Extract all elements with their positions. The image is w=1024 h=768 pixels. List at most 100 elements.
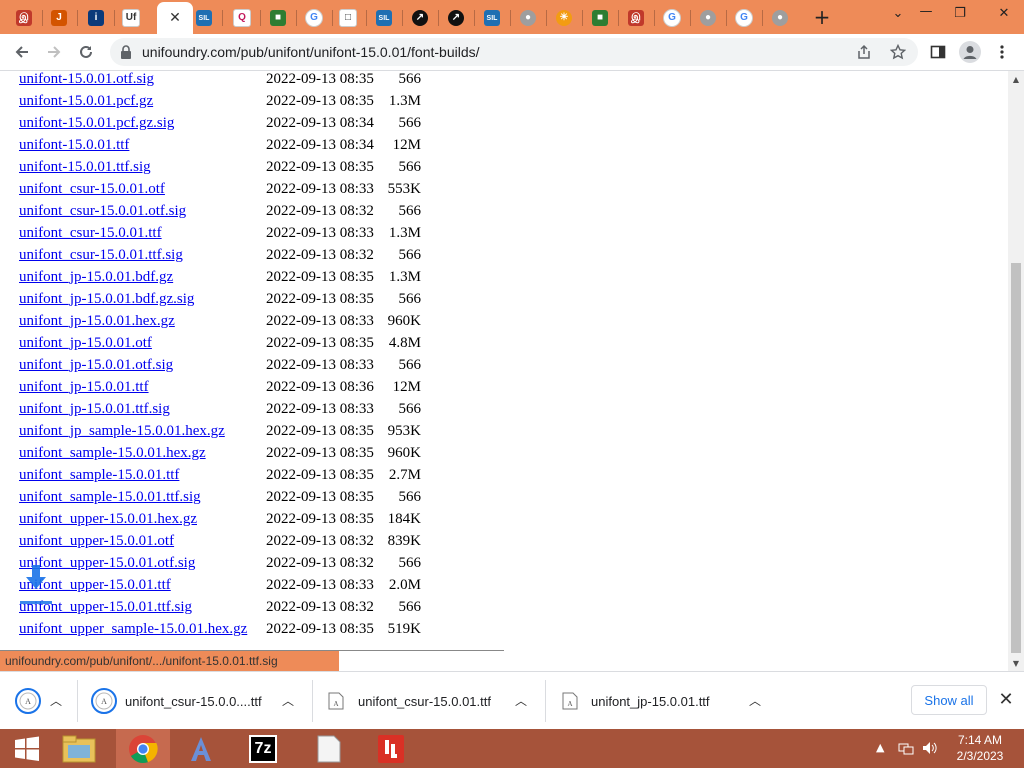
windows-start-icon	[15, 736, 39, 761]
browser-tab[interactable]: இ	[8, 4, 40, 32]
file-row: unifont-15.0.01.pcf.gz 2022-09-13 08:35 1.…	[0, 90, 520, 112]
minimize-window-icon[interactable]: —	[906, 0, 946, 24]
browser-tab[interactable]: ■	[584, 4, 616, 32]
file-link[interactable]: unifont_jp-15.0.01.ttf.sig	[19, 398, 170, 420]
file-size: 566	[398, 555, 422, 571]
file-link[interactable]: unifont_csur-15.0.01.ttf	[19, 222, 162, 244]
file-link[interactable]: unifont_jp-15.0.01.bdf.gz	[19, 266, 173, 288]
taskbar-chrome[interactable]	[116, 729, 170, 768]
file-size: 566	[398, 291, 422, 307]
share-button[interactable]	[852, 40, 876, 64]
browser-tab[interactable]: ●	[764, 4, 796, 32]
download-item[interactable]: A unifont_csur-15.0.0....ttf	[90, 672, 262, 730]
file-link[interactable]: unifont-15.0.01.ttf	[19, 134, 129, 156]
browser-tab[interactable]: ■	[262, 4, 294, 32]
file-link[interactable]: unifont_sample-15.0.01.hex.gz	[19, 442, 206, 464]
browser-tab[interactable]: G	[728, 4, 760, 32]
download-item[interactable]: A	[14, 672, 42, 730]
chevron-up-icon[interactable]: ︿	[749, 692, 761, 709]
menu-button[interactable]	[990, 40, 1014, 64]
red-app-icon	[378, 734, 404, 763]
browser-tab[interactable]: Q	[226, 4, 258, 32]
bookmark-button[interactable]	[886, 40, 910, 64]
file-link[interactable]: unifont-15.0.01.pcf.gz.sig	[19, 112, 174, 134]
browser-tab[interactable]: ●	[692, 4, 724, 32]
taskbar-7zip[interactable]: 7z	[236, 729, 290, 768]
file-link[interactable]: unifont_csur-15.0.01.ttf.sig	[19, 244, 183, 266]
scroll-down-arrow-icon[interactable]: ▼	[1008, 657, 1024, 669]
close-window-icon[interactable]: ✕	[984, 0, 1024, 26]
file-link[interactable]: unifont_sample-15.0.01.ttf.sig	[19, 486, 201, 508]
taskbar-notepad[interactable]	[302, 729, 356, 768]
file-link[interactable]: unifont_sample-15.0.01.ttf	[19, 464, 179, 486]
taskbar-explorer[interactable]	[52, 729, 106, 768]
taskbar-red-app[interactable]	[364, 729, 418, 768]
browser-tab[interactable]: G	[656, 4, 688, 32]
browser-tab[interactable]: SIL	[188, 4, 220, 32]
browser-tab[interactable]: ↗	[404, 4, 436, 32]
back-arrow-icon	[15, 46, 28, 58]
browser-tab[interactable]: SIL	[368, 4, 400, 32]
download-item[interactable]: A unifont_csur-15.0.01.ttf	[328, 672, 491, 730]
file-link[interactable]: unifont_upper_sample-15.0.01.hex.gz	[19, 618, 247, 640]
browser-tab[interactable]: i	[80, 4, 112, 32]
file-row: unifont_sample-15.0.01.ttf 2022-09-13 08:…	[0, 464, 520, 486]
file-link[interactable]: unifont_jp-15.0.01.otf.sig	[19, 354, 173, 376]
chevron-up-icon[interactable]: ︿	[515, 692, 527, 709]
profile-button[interactable]	[958, 40, 982, 64]
scroll-thumb[interactable]	[1011, 263, 1021, 653]
lock-icon[interactable]	[120, 45, 132, 59]
file-link[interactable]: unifont_csur-15.0.01.otf.sig	[19, 200, 186, 222]
file-link[interactable]: unifont_jp_sample-15.0.01.hex.gz	[19, 420, 225, 442]
restore-window-icon[interactable]: ❐	[940, 0, 980, 26]
forward-button[interactable]	[42, 40, 66, 64]
chevron-up-icon[interactable]: ︿	[50, 692, 62, 709]
file-link[interactable]: unifont_jp-15.0.01.bdf.gz.sig	[19, 288, 194, 310]
q-logo-icon: Q	[233, 9, 251, 27]
browser-tab[interactable]: J	[43, 4, 75, 32]
new-tab-button[interactable]: +	[810, 5, 834, 29]
file-link[interactable]: unifont_jp-15.0.01.otf	[19, 332, 152, 354]
url-text[interactable]: unifoundry.com/pub/unifont/unifont-15.0.…	[142, 44, 480, 60]
browser-tab[interactable]: Uf	[115, 4, 147, 32]
browser-tab[interactable]: ☀	[548, 4, 580, 32]
start-button[interactable]	[0, 729, 54, 768]
side-panel-button[interactable]	[926, 40, 950, 64]
chevron-up-icon[interactable]: ︿	[282, 692, 294, 709]
tab-separator	[260, 10, 261, 26]
file-link[interactable]: unifont-15.0.01.otf.sig	[19, 71, 154, 90]
file-size: 12M	[392, 379, 421, 395]
browser-tab[interactable]: SIL	[476, 4, 508, 32]
file-date: 2022-09-13 08:35	[266, 93, 374, 109]
browser-tab[interactable]: □	[332, 4, 364, 32]
file-size: 960K	[387, 313, 421, 329]
file-link[interactable]: unifont_upper-15.0.01.hex.gz	[19, 508, 197, 530]
file-link[interactable]: unifont_jp-15.0.01.ttf	[19, 376, 149, 398]
tab-separator	[510, 10, 511, 26]
system-clock[interactable]: 7:14 AM 2/3/2023	[947, 732, 1013, 764]
file-link[interactable]: unifont_jp-15.0.01.hex.gz	[19, 310, 175, 332]
show-all-button[interactable]: Show all	[911, 685, 987, 715]
close-shelf-icon[interactable]: ✕	[996, 689, 1016, 710]
scroll-up-arrow-icon[interactable]: ▲	[1008, 73, 1024, 85]
vertical-scrollbar[interactable]: ▲ ▼	[1008, 71, 1024, 671]
reload-button[interactable]	[74, 40, 98, 64]
back-button[interactable]	[10, 40, 34, 64]
file-link[interactable]: unifont-15.0.01.pcf.gz	[19, 90, 153, 112]
colorful-logo-icon: ■	[270, 10, 286, 26]
volume-icon[interactable]	[922, 741, 938, 758]
file-link[interactable]: unifont_upper-15.0.01.otf	[19, 530, 174, 552]
browser-tab[interactable]: ●	[512, 4, 544, 32]
download-item[interactable]: A unifont_jp-15.0.01.ttf	[562, 672, 710, 730]
tray-expand-icon[interactable]: ▲	[876, 741, 884, 754]
tab-separator	[77, 10, 78, 26]
file-row: unifont_sample-15.0.01.ttf.sig 2022-09-13…	[0, 486, 520, 508]
file-link[interactable]: unifont_csur-15.0.01.otf	[19, 178, 165, 200]
browser-tab[interactable]: G	[298, 4, 330, 32]
network-icon[interactable]	[898, 741, 914, 758]
file-link[interactable]: unifont-15.0.01.ttf.sig	[19, 156, 151, 178]
taskbar-font-app[interactable]	[174, 729, 228, 768]
browser-tab[interactable]: ↗	[440, 4, 472, 32]
browser-tab[interactable]: இ	[620, 4, 652, 32]
address-bar[interactable]: unifoundry.com/pub/unifont/unifont-15.0.…	[110, 38, 918, 66]
